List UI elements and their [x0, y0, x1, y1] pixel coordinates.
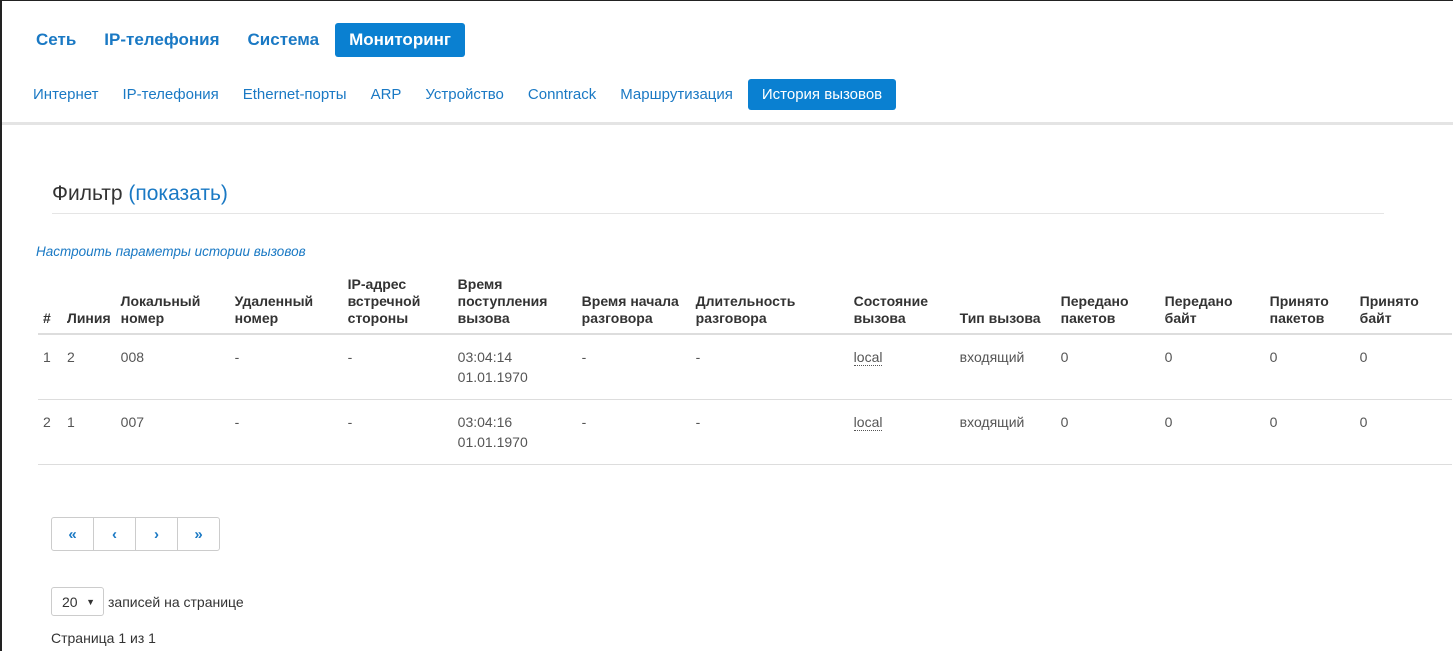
col-header-remote-number: Удаленный номер — [229, 272, 343, 335]
cell-remote-ip: - — [342, 334, 453, 400]
call-history-settings-link[interactable]: Настроить параметры истории вызовов — [36, 244, 306, 259]
cell-received-packets: 0 — [1264, 334, 1355, 400]
col-header-received-bytes: Принято байт — [1354, 272, 1452, 335]
call-state-value[interactable]: local — [853, 414, 883, 431]
per-page-label: записей на странице — [108, 593, 244, 610]
top-navigation: Сеть IP-телефония Система Мониторинг — [24, 22, 469, 58]
cell-sent-bytes: 0 — [1159, 399, 1265, 465]
cell-duration: - — [690, 334, 849, 400]
per-page-control: 20 ▼ записей на странице — [51, 587, 244, 616]
call-state-value[interactable]: local — [853, 349, 883, 366]
next-page-button[interactable]: › — [136, 518, 178, 550]
cell-duration: - — [690, 399, 849, 465]
first-page-button[interactable]: « — [52, 518, 94, 550]
col-header-local-number: Локальный номер — [115, 272, 230, 335]
cell-remote-number: - — [229, 399, 343, 465]
filter-title: Фильтр — [52, 182, 123, 205]
arrival-date: 01.01.1970 — [457, 369, 528, 385]
cell-talk-start: - — [576, 399, 691, 465]
col-header-number: # — [38, 272, 62, 335]
col-header-sent-packets: Передано пакетов — [1055, 272, 1160, 335]
cell-received-packets: 0 — [1264, 399, 1355, 465]
per-page-value: 20 — [62, 593, 78, 610]
cell-number: 1 — [38, 334, 62, 400]
cell-call-state: local — [848, 399, 955, 465]
cell-local-number: 007 — [115, 399, 230, 465]
cell-line: 2 — [62, 334, 116, 400]
cell-remote-ip: - — [342, 399, 453, 465]
arrival-time: 03:04:16 — [457, 414, 513, 430]
sub-tab-conntrack[interactable]: Conntrack — [519, 80, 605, 109]
cell-local-number: 008 — [115, 334, 230, 400]
filter-header: Фильтр (показать) — [52, 182, 228, 206]
cell-number: 2 — [38, 399, 62, 465]
col-header-received-packets: Принято пакетов — [1264, 272, 1355, 335]
cell-sent-packets: 0 — [1055, 399, 1160, 465]
chevron-right-icon: › — [154, 525, 159, 543]
cell-call-state: local — [848, 334, 955, 400]
top-tab-ip-telephony[interactable]: IP-телефония — [92, 23, 231, 57]
cell-remote-number: - — [229, 334, 343, 400]
filter-toggle-link[interactable]: (показать) — [128, 182, 228, 205]
sub-tab-routing[interactable]: Маршрутизация — [611, 80, 742, 109]
subnav-divider — [2, 122, 1453, 125]
cell-arrival-time: 03:04:16 01.01.1970 — [452, 399, 577, 465]
table-header-row: # Линия Локальный номер Удаленный номер … — [38, 272, 1452, 335]
arrival-date: 01.01.1970 — [457, 434, 528, 450]
col-header-talk-start-time: Время начала разговора — [576, 272, 691, 335]
col-header-remote-ip: IP-адрес встречной стороны — [342, 272, 453, 335]
sub-tab-call-history[interactable]: История вызовов — [747, 78, 897, 110]
last-page-button[interactable]: » — [178, 518, 219, 550]
col-header-line: Линия — [62, 272, 116, 335]
arrival-time: 03:04:14 — [457, 349, 513, 365]
col-header-call-type: Тип вызова — [954, 272, 1056, 335]
col-header-call-state: Состояние вызова — [848, 272, 955, 335]
cell-sent-packets: 0 — [1055, 334, 1160, 400]
sub-tab-ip-telephony[interactable]: IP-телефония — [113, 80, 227, 109]
cell-sent-bytes: 0 — [1159, 334, 1265, 400]
table-row: 1 2 008 - - 03:04:14 01.01.1970 - - loca… — [38, 334, 1452, 400]
call-history-table: # Линия Локальный номер Удаленный номер … — [38, 272, 1452, 465]
sub-tab-internet[interactable]: Интернет — [24, 80, 107, 109]
col-header-talk-duration: Длительность разговора — [690, 272, 849, 335]
top-tab-system[interactable]: Система — [236, 23, 332, 57]
cell-arrival-time: 03:04:14 01.01.1970 — [452, 334, 577, 400]
page-info: Страница 1 из 1 — [51, 630, 156, 646]
per-page-select[interactable]: 20 ▼ — [51, 587, 104, 616]
cell-talk-start: - — [576, 334, 691, 400]
top-tab-network[interactable]: Сеть — [24, 23, 88, 57]
sub-tab-ethernet-ports[interactable]: Ethernet-порты — [234, 80, 356, 109]
filter-divider — [52, 213, 1384, 214]
caret-down-icon: ▼ — [86, 596, 95, 607]
chevron-left-icon: ‹ — [112, 525, 117, 543]
table-row: 2 1 007 - - 03:04:16 01.01.1970 - - loca… — [38, 399, 1452, 465]
double-chevron-left-icon: « — [68, 525, 77, 543]
pagination: « ‹ › » — [51, 517, 220, 551]
cell-received-bytes: 0 — [1354, 334, 1452, 400]
sub-tab-device[interactable]: Устройство — [416, 80, 512, 109]
double-chevron-right-icon: » — [194, 525, 203, 543]
sub-tab-arp[interactable]: ARP — [362, 80, 411, 109]
cell-line: 1 — [62, 399, 116, 465]
cell-call-type: входящий — [954, 334, 1056, 400]
cell-received-bytes: 0 — [1354, 399, 1452, 465]
col-header-sent-bytes: Передано байт — [1159, 272, 1265, 335]
cell-call-type: входящий — [954, 399, 1056, 465]
top-tab-monitoring[interactable]: Мониторинг — [335, 23, 465, 57]
col-header-call-arrival-time: Время поступления вызова — [452, 272, 577, 335]
sub-navigation: Интернет IP-телефония Ethernet-порты ARP… — [24, 78, 902, 110]
prev-page-button[interactable]: ‹ — [94, 518, 136, 550]
